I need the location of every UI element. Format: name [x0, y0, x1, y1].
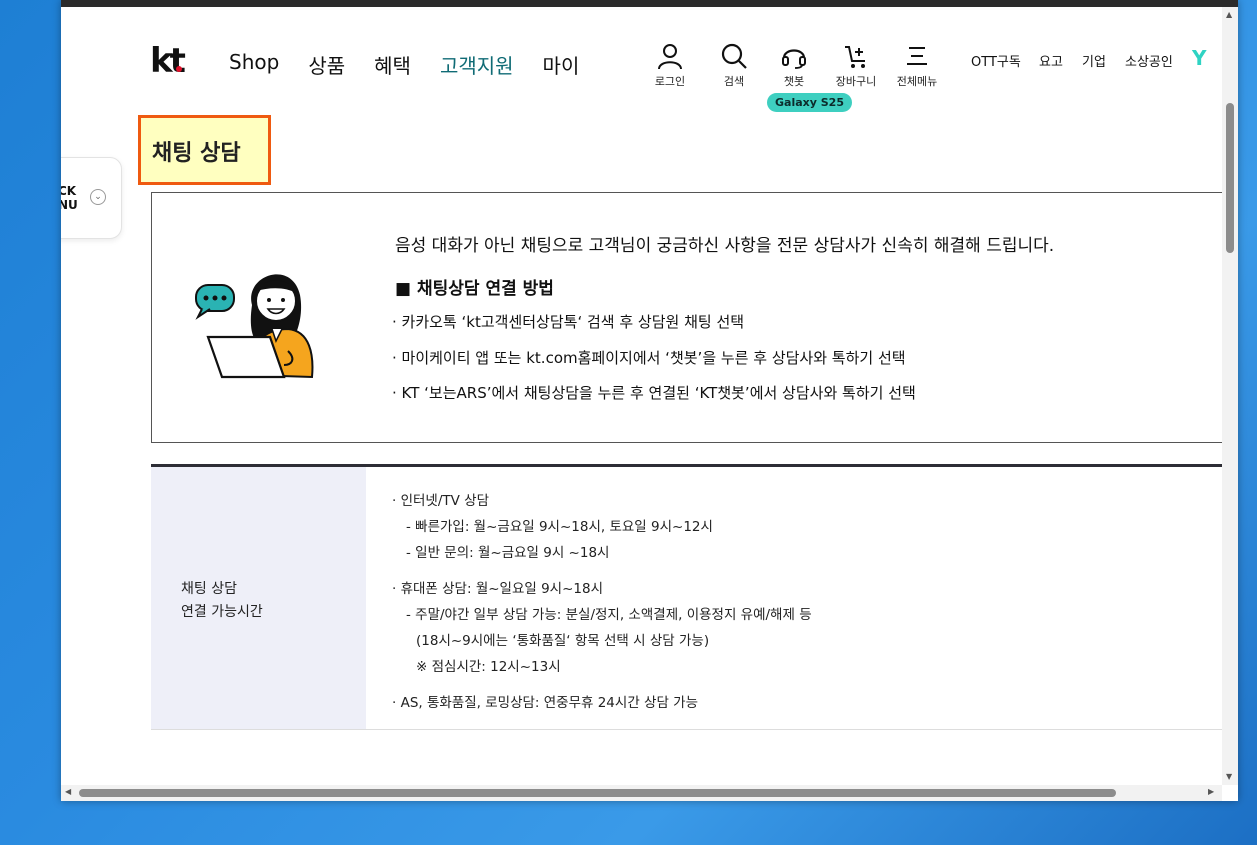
scroll-up-icon[interactable]: ▲: [1226, 10, 1232, 19]
step-kakaotalk: · 카카오톡 ‘kt고객센터상담톡‘ 검색 후 상담원 채팅 선택: [392, 313, 745, 331]
horizontal-scroll-thumb[interactable]: [79, 789, 1116, 797]
nav-support[interactable]: 고객지원: [440, 50, 514, 79]
page-title-box: 채팅 상담: [138, 115, 271, 185]
page-title: 채팅 상담: [152, 141, 241, 166]
full-menu-label: 전체메뉴: [896, 75, 938, 88]
hours-as-roaming: · AS, 통화품질, 로밍상담: 연중무휴 24시간 상담 가능: [392, 695, 699, 711]
scroll-right-icon[interactable]: ▶: [1208, 787, 1214, 796]
quick-menu[interactable]: CK NU ⌄: [61, 157, 122, 239]
hours-table: 채팅 상담 연결 가능시간 · 인터넷/TV 상담 - 빠른가입: 월~금요일 …: [151, 464, 1238, 730]
link-small-business[interactable]: 소상공인: [1125, 51, 1173, 70]
galaxy-promo-badge[interactable]: Galaxy S25: [767, 93, 852, 112]
cart-button[interactable]: 장바구니: [826, 42, 886, 89]
chat-intro-text: 음성 대화가 아닌 채팅으로 고객님이 궁금하신 사항을 전문 상담사가 신속히…: [395, 236, 1055, 256]
chatbot-button[interactable]: 챗봇: [764, 42, 824, 89]
cart-icon: [845, 46, 865, 68]
link-business[interactable]: 기업: [1082, 51, 1106, 70]
search-icon: [721, 43, 747, 69]
chatbot-label: 챗봇: [783, 75, 805, 88]
chat-info-box: 음성 대화가 아닌 채팅으로 고객님이 궁금하신 사항을 전문 상담사가 신속히…: [151, 192, 1238, 443]
person-icon: [658, 44, 682, 70]
hours-lunch: ※ 점심시간: 12시~13시: [416, 659, 561, 675]
scroll-down-icon[interactable]: ▼: [1226, 772, 1232, 781]
browser-window: kt Shop 상품 혜택 고객지원 마이 로그인 검색 챗봇 장바구니 전체메…: [61, 0, 1238, 801]
main-nav: Shop 상품 혜택 고객지원 마이: [229, 50, 608, 79]
hours-mobile: · 휴대폰 상담: 월~일요일 9시~18시: [392, 581, 604, 597]
logo-dot: [176, 66, 182, 72]
nav-my[interactable]: 마이: [543, 50, 580, 79]
link-ott[interactable]: OTT구독: [971, 51, 1021, 70]
search-label: 검색: [723, 75, 745, 88]
nav-shop[interactable]: Shop: [229, 50, 279, 79]
headset-icon: [782, 49, 806, 69]
scroll-left-icon[interactable]: ◀: [65, 787, 71, 796]
link-yogo[interactable]: 요고: [1039, 51, 1063, 70]
hours-quick-join: - 빠른가입: 월~금요일 9시~18시, 토요일 9시~12시: [406, 519, 713, 535]
login-button[interactable]: 로그인: [640, 42, 700, 89]
hours-table-header: 채팅 상담 연결 가능시간: [151, 467, 366, 729]
y-logo[interactable]: Y: [1192, 46, 1206, 70]
chevron-down-icon[interactable]: ⌄: [90, 189, 106, 205]
hours-internet-tv: · 인터넷/TV 상담: [392, 493, 490, 509]
vertical-scroll-thumb[interactable]: [1226, 103, 1234, 253]
nav-products[interactable]: 상품: [308, 50, 345, 79]
vertical-scrollbar[interactable]: ▲ ▼: [1222, 7, 1238, 785]
login-label: 로그인: [654, 75, 686, 88]
menu-icon: [907, 47, 927, 65]
hours-header-line1: 채팅 상담: [181, 581, 237, 597]
window-top-bar: [61, 0, 1238, 7]
hours-weekend-night: - 주말/야간 일부 상담 가능: 분실/정지, 소액결제, 이용정지 유예/해…: [406, 607, 812, 623]
step-visual-ars: · KT ‘보는ARS’에서 채팅상담을 누른 후 연결된 ‘KT챗봇’에서 상…: [392, 384, 916, 402]
hours-general-inquiry: - 일반 문의: 월~금요일 9시 ~18시: [406, 545, 610, 561]
full-menu-button[interactable]: 전체메뉴: [887, 42, 947, 89]
how-to-connect-title: ■ 채팅상담 연결 방법: [395, 279, 554, 299]
kt-logo[interactable]: kt: [150, 44, 186, 78]
counselor-illustration-icon: [195, 274, 314, 379]
horizontal-scrollbar[interactable]: ◀ ▶: [61, 785, 1222, 801]
search-button[interactable]: 검색: [704, 42, 764, 89]
quick-menu-label: CK NU: [61, 184, 78, 212]
hours-night-note: (18시~9시에는 ‘통화품질‘ 항목 선택 시 상담 가능): [416, 633, 710, 649]
hours-header-line2: 연결 가능시간: [181, 604, 263, 620]
cart-label: 장바구니: [835, 75, 877, 88]
nav-benefits[interactable]: 혜택: [374, 50, 411, 79]
step-mykt-app: · 마이케이티 앱 또는 kt.com홈페이지에서 ‘챗봇’을 누른 후 상담사…: [392, 349, 906, 367]
